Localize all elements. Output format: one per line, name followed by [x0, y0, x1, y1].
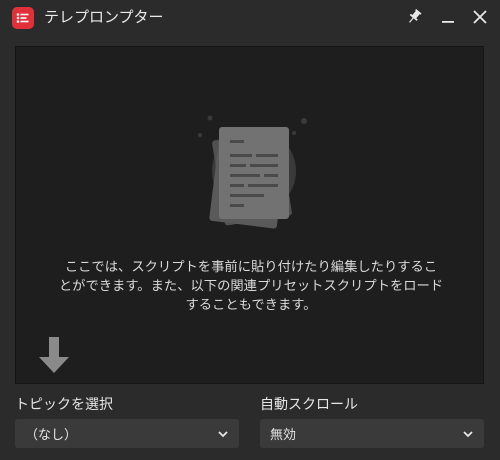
chevron-down-icon — [463, 430, 473, 437]
empty-state-message: ここでは、スクリプトを事前に貼り付けたり編集したりするこ とができます。また、以… — [58, 260, 444, 313]
teleprompter-app-icon — [12, 7, 34, 29]
topic-select[interactable]: （なし） — [15, 419, 239, 448]
auto-scroll-select-value: 無効 — [270, 428, 297, 443]
arrow-down-icon — [39, 337, 69, 373]
document-icon — [198, 115, 307, 229]
pin-icon[interactable] — [402, 5, 426, 29]
topic-select-value: （なし） — [25, 428, 78, 443]
window-title: テレプロンプター — [44, 8, 164, 26]
minimize-icon[interactable] — [436, 5, 460, 29]
auto-scroll-select[interactable]: 無効 — [260, 419, 484, 448]
auto-scroll-label: 自動スクロール — [260, 397, 358, 413]
teleprompter-window: テレプロンプター ここでは、スクリプトを事前に貼り付けたり編集したりするこ とが… — [0, 0, 500, 460]
script-editor-area[interactable]: ここでは、スクリプトを事前に貼り付けたり編集したりするこ とができます。また、以… — [15, 46, 484, 384]
topic-label: トピックを選択 — [15, 397, 113, 413]
close-icon[interactable] — [468, 5, 492, 29]
title-bar: テレプロンプター — [0, 0, 500, 34]
chevron-down-icon — [218, 430, 228, 437]
